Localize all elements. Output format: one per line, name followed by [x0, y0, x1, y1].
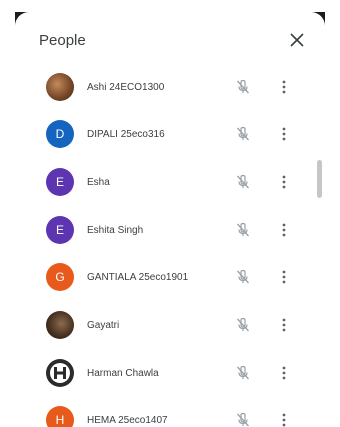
mic-off-icon [234, 364, 252, 382]
mic-off-icon [234, 316, 252, 334]
more-options-button[interactable] [279, 316, 289, 334]
avatar: E [46, 216, 74, 244]
participant-name: Gayatri [87, 320, 120, 331]
mic-off-icon [234, 221, 252, 239]
more-options-button[interactable] [279, 268, 289, 286]
mic-off-icon [234, 173, 252, 191]
more-options-button[interactable] [279, 125, 289, 143]
mic-off-icon [234, 268, 252, 286]
mic-off-icon [234, 78, 252, 96]
participant-row[interactable]: E Esha [15, 159, 315, 205]
avatar: H [46, 406, 74, 427]
more-options-button[interactable] [279, 364, 289, 382]
more-options-button[interactable] [279, 411, 289, 427]
mic-off-icon [234, 125, 252, 143]
participant-name: DIPALI 25eco316 [87, 129, 165, 140]
scrollbar-thumb[interactable] [317, 160, 322, 198]
participant-list[interactable]: Ashi 24ECO1300 D DIPALI 25eco316 E Esha … [15, 64, 325, 427]
participant-row[interactable]: E Eshita Singh [15, 207, 315, 253]
more-options-button[interactable] [279, 173, 289, 191]
avatar: G [46, 263, 74, 291]
participant-name: Ashi 24ECO1300 [87, 82, 165, 93]
participant-name: Harman Chawla [87, 368, 159, 379]
avatar [46, 73, 74, 101]
participant-name: GANTIALA 25eco1901 [87, 272, 189, 283]
avatar [46, 359, 74, 387]
more-vert-icon [282, 270, 286, 284]
participant-row[interactable]: G GANTIALA 25eco1901 [15, 254, 315, 300]
avatar: D [46, 120, 74, 148]
more-options-button[interactable] [279, 221, 289, 239]
avatar [46, 311, 74, 339]
close-icon [290, 33, 304, 47]
participant-row[interactable]: D DIPALI 25eco316 [15, 111, 315, 157]
participant-row[interactable]: Gayatri [15, 302, 315, 348]
close-button[interactable] [285, 28, 309, 52]
participant-name: Eshita Singh [87, 225, 144, 236]
more-vert-icon [282, 366, 286, 380]
more-vert-icon [282, 80, 286, 94]
panel-title: People [39, 32, 86, 49]
more-vert-icon [282, 175, 286, 189]
more-vert-icon [282, 413, 286, 427]
avatar: E [46, 168, 74, 196]
more-vert-icon [282, 318, 286, 332]
panel-header: People [15, 12, 325, 64]
mic-off-icon [234, 411, 252, 427]
participant-row[interactable]: Harman Chawla [15, 350, 315, 396]
participant-row[interactable]: H HEMA 25eco1407 [15, 397, 315, 427]
more-vert-icon [282, 223, 286, 237]
participant-row[interactable]: Ashi 24ECO1300 [15, 64, 315, 110]
people-panel: People Ashi 24ECO1300 D DIPALI 25eco316 … [15, 12, 325, 427]
participant-name: Esha [87, 177, 110, 188]
meeting-frame: People Ashi 24ECO1300 D DIPALI 25eco316 … [15, 12, 325, 427]
more-vert-icon [282, 127, 286, 141]
participant-name: HEMA 25eco1407 [87, 415, 168, 426]
more-options-button[interactable] [279, 78, 289, 96]
